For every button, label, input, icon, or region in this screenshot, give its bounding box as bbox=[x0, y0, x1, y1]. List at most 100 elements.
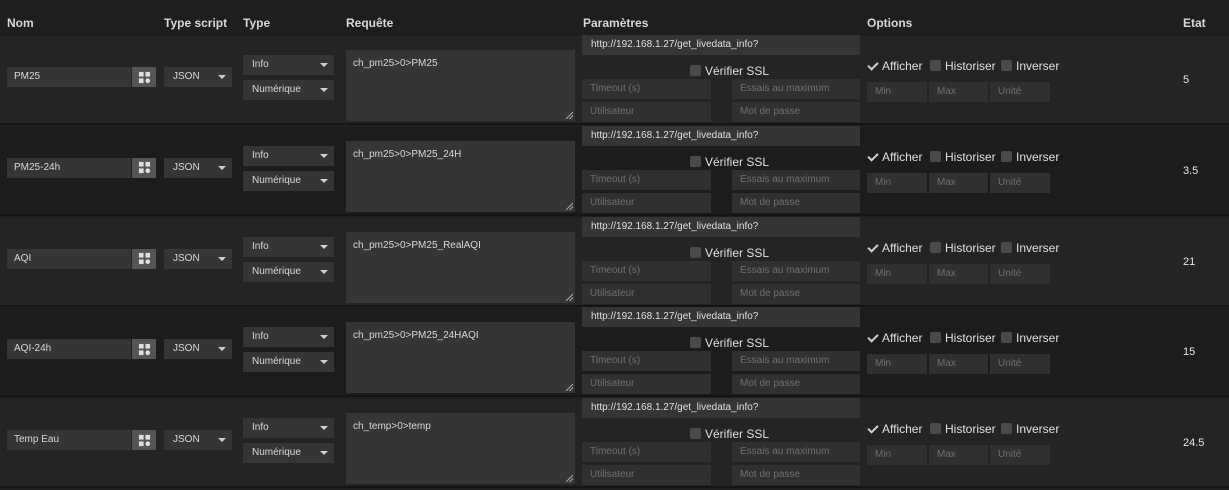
type-script-select[interactable]: JSON bbox=[164, 67, 232, 87]
url-input[interactable]: http://192.168.1.27/get_livedata_info? bbox=[582, 35, 860, 55]
historiser-checkbox[interactable] bbox=[930, 241, 941, 253]
max-attempts-input[interactable]: Essais au maximum bbox=[732, 260, 860, 281]
verifier-ssl-checkbox[interactable] bbox=[690, 246, 701, 258]
password-input[interactable]: Mot de passe bbox=[732, 465, 860, 486]
type-select[interactable]: Info bbox=[243, 327, 334, 348]
resize-handle-icon[interactable] bbox=[566, 475, 573, 483]
inverser-checkbox[interactable] bbox=[1001, 60, 1012, 71]
max-attempts-input[interactable]: Essais au maximum bbox=[732, 351, 860, 372]
max-attempts-input[interactable]: Essais au maximum bbox=[732, 442, 860, 463]
password-input[interactable]: Mot de passe bbox=[732, 192, 860, 213]
min-input[interactable]: Min bbox=[867, 172, 927, 193]
type-select[interactable]: Info bbox=[243, 145, 334, 166]
request-textarea[interactable]: ch_pm25>0>PM25_24H bbox=[346, 140, 575, 212]
max-input[interactable]: Max bbox=[929, 354, 988, 375]
verifier-ssl-checkbox[interactable] bbox=[690, 65, 701, 76]
inverser-checkbox[interactable] bbox=[1001, 423, 1012, 435]
historiser-checkbox[interactable] bbox=[930, 150, 941, 162]
resize-handle-icon[interactable] bbox=[566, 293, 573, 301]
inverser-checkbox[interactable] bbox=[1001, 241, 1012, 253]
min-input[interactable]: Min bbox=[867, 354, 927, 375]
type-select[interactable]: Info bbox=[243, 236, 334, 257]
request-textarea[interactable]: ch_temp>0>temp bbox=[346, 413, 575, 485]
afficher-checkbox[interactable] bbox=[867, 60, 878, 71]
afficher-checkbox[interactable] bbox=[867, 151, 878, 162]
password-input[interactable]: Mot de passe bbox=[732, 283, 860, 304]
type-select[interactable]: Info bbox=[243, 55, 334, 75]
configure-command-button[interactable] bbox=[132, 339, 156, 360]
url-input[interactable]: http://192.168.1.27/get_livedata_info? bbox=[582, 216, 860, 237]
max-input[interactable]: Max bbox=[929, 445, 988, 466]
max-attempts-input[interactable]: Essais au maximum bbox=[732, 169, 860, 190]
unit-input[interactable]: Unité bbox=[990, 354, 1050, 375]
verifier-ssl-checkbox[interactable] bbox=[690, 155, 701, 167]
configure-command-button[interactable] bbox=[132, 430, 156, 451]
type-script-select[interactable]: JSON bbox=[164, 157, 232, 178]
inverser-checkbox[interactable] bbox=[1001, 332, 1012, 344]
unit-input[interactable]: Unité bbox=[990, 263, 1050, 284]
afficher-checkbox[interactable] bbox=[867, 242, 878, 253]
subtype-select[interactable]: Numérique bbox=[243, 80, 334, 100]
historiser-checkbox[interactable] bbox=[930, 60, 941, 71]
request-textarea[interactable]: ch_pm25>0>PM25 bbox=[346, 50, 575, 121]
inverser-label: Inverser bbox=[1016, 422, 1060, 437]
username-input[interactable]: Utilisateur bbox=[582, 374, 711, 395]
max-input[interactable]: Max bbox=[929, 82, 988, 102]
resize-handle-icon[interactable] bbox=[566, 202, 573, 210]
type-select[interactable]: Info bbox=[243, 418, 334, 439]
timeout-input[interactable]: Timeout (s) bbox=[582, 351, 711, 372]
command-name-input[interactable]: PM25 bbox=[7, 67, 131, 87]
resize-handle-icon[interactable] bbox=[566, 112, 573, 119]
timeout-input[interactable]: Timeout (s) bbox=[582, 260, 711, 281]
password-input[interactable]: Mot de passe bbox=[732, 102, 860, 122]
max-input[interactable]: Max bbox=[929, 263, 988, 284]
historiser-label: Historiser bbox=[945, 331, 996, 346]
subtype-select[interactable]: Numérique bbox=[243, 352, 334, 373]
url-input[interactable]: http://192.168.1.27/get_livedata_info? bbox=[582, 125, 860, 146]
header-type: Type bbox=[243, 16, 271, 30]
state-value: 21 bbox=[1183, 255, 1196, 268]
max-input[interactable]: Max bbox=[929, 172, 988, 193]
unit-input[interactable]: Unité bbox=[990, 82, 1050, 102]
url-input[interactable]: http://192.168.1.27/get_livedata_info? bbox=[582, 398, 860, 419]
verifier-ssl-checkbox[interactable] bbox=[690, 428, 701, 440]
unit-input[interactable]: Unité bbox=[990, 172, 1050, 193]
type-script-select[interactable]: JSON bbox=[164, 430, 232, 451]
min-input[interactable]: Min bbox=[867, 82, 927, 102]
resize-handle-icon[interactable] bbox=[566, 384, 573, 392]
type-script-select[interactable]: JSON bbox=[164, 339, 232, 360]
username-input[interactable]: Utilisateur bbox=[582, 102, 711, 122]
request-textarea[interactable]: ch_pm25>0>PM25_24HAQI bbox=[346, 322, 575, 394]
command-name-input[interactable]: Temp Eau bbox=[7, 430, 131, 451]
subtype-select[interactable]: Numérique bbox=[243, 170, 334, 191]
afficher-checkbox[interactable] bbox=[867, 332, 878, 343]
historiser-checkbox[interactable] bbox=[930, 423, 941, 435]
verifier-ssl-checkbox[interactable] bbox=[690, 337, 701, 349]
username-input[interactable]: Utilisateur bbox=[582, 465, 711, 486]
afficher-checkbox[interactable] bbox=[867, 423, 878, 434]
url-input[interactable]: http://192.168.1.27/get_livedata_info? bbox=[582, 307, 860, 328]
request-textarea[interactable]: ch_pm25>0>PM25_RealAQI bbox=[346, 231, 575, 303]
username-input[interactable]: Utilisateur bbox=[582, 192, 711, 213]
configure-command-button[interactable] bbox=[132, 157, 156, 178]
max-attempts-input[interactable]: Essais au maximum bbox=[732, 79, 860, 99]
timeout-input[interactable]: Timeout (s) bbox=[582, 169, 711, 190]
timeout-input[interactable]: Timeout (s) bbox=[582, 442, 711, 463]
command-name-input[interactable]: AQI-24h bbox=[7, 339, 131, 360]
command-name-input[interactable]: AQI bbox=[7, 248, 131, 269]
chevron-down-icon bbox=[320, 153, 328, 158]
configure-command-button[interactable] bbox=[132, 67, 156, 87]
inverser-checkbox[interactable] bbox=[1001, 150, 1012, 162]
unit-input[interactable]: Unité bbox=[990, 445, 1050, 466]
type-script-select[interactable]: JSON bbox=[164, 248, 232, 269]
min-input[interactable]: Min bbox=[867, 445, 927, 466]
username-input[interactable]: Utilisateur bbox=[582, 283, 711, 304]
command-name-input[interactable]: PM25-24h bbox=[7, 157, 131, 178]
historiser-checkbox[interactable] bbox=[930, 332, 941, 344]
timeout-input[interactable]: Timeout (s) bbox=[582, 79, 711, 99]
configure-command-button[interactable] bbox=[132, 248, 156, 269]
subtype-select[interactable]: Numérique bbox=[243, 443, 334, 464]
password-input[interactable]: Mot de passe bbox=[732, 374, 860, 395]
subtype-select[interactable]: Numérique bbox=[243, 261, 334, 282]
min-input[interactable]: Min bbox=[867, 263, 927, 284]
